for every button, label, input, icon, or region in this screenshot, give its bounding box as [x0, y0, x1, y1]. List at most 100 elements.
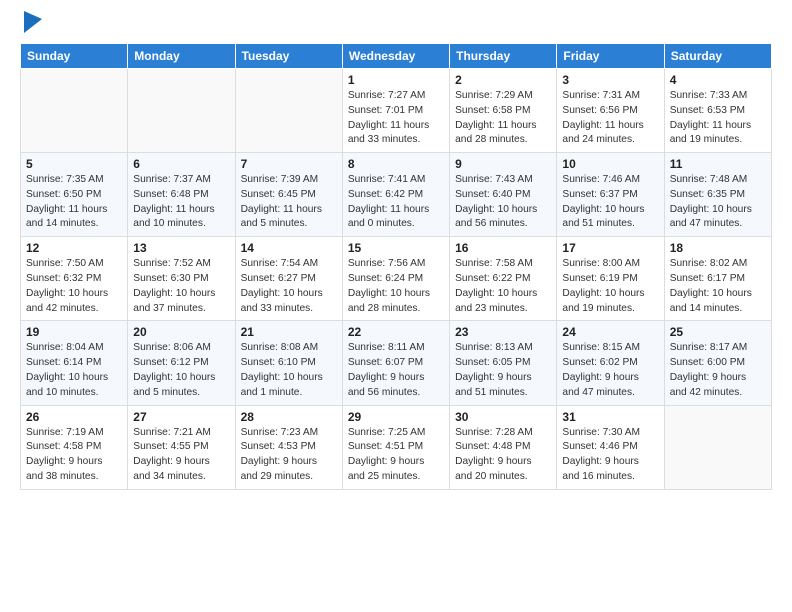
week-row-2: 5Sunrise: 7:35 AM Sunset: 6:50 PM Daylig… — [21, 153, 772, 237]
day-number: 19 — [26, 325, 122, 339]
header-row: SundayMondayTuesdayWednesdayThursdayFrid… — [21, 44, 772, 69]
day-number: 28 — [241, 410, 337, 424]
day-info: Sunrise: 7:52 AM Sunset: 6:30 PM Dayligh… — [133, 257, 229, 316]
day-info: Sunrise: 7:33 AM Sunset: 6:53 PM Dayligh… — [670, 89, 766, 148]
day-number: 20 — [133, 325, 229, 339]
week-row-4: 19 Sunrise: 8:04 AM Sunset: 6:14 PM Dayli… — [21, 321, 772, 405]
day-info: Sunrise: 7:19 AM Sunset: 4:58 PM Dayligh… — [26, 426, 122, 485]
day-info: Sunrise: 8:06 AM Sunset: 6:12 PM Dayligh… — [133, 341, 229, 400]
calendar-cell: 19 Sunrise: 8:04 AM Sunset: 6:14 PM Dayli… — [21, 321, 128, 405]
day-number: 7 — [241, 157, 337, 171]
col-header-sunday: Sunday — [21, 44, 128, 69]
day-number: 4 — [670, 73, 766, 87]
day-info: Sunrise: 7:30 AM Sunset: 4:46 PM Dayligh… — [562, 426, 658, 485]
calendar-cell: 31 Sunrise: 7:30 AM Sunset: 4:46 PM Dayli… — [557, 405, 664, 489]
day-number: 31 — [562, 410, 658, 424]
logo-icon — [24, 11, 42, 33]
calendar-cell — [21, 69, 128, 153]
day-info: Sunrise: 8:15 AM Sunset: 6:02 PM Dayligh… — [562, 341, 658, 400]
day-number: 1 — [348, 73, 444, 87]
day-number: 24 — [562, 325, 658, 339]
day-number: 2 — [455, 73, 551, 87]
day-info: Sunrise: 8:11 AM Sunset: 6:07 PM Dayligh… — [348, 341, 444, 400]
day-number: 30 — [455, 410, 551, 424]
day-info: Sunrise: 8:04 AM Sunset: 6:14 PM Dayligh… — [26, 341, 122, 400]
col-header-tuesday: Tuesday — [235, 44, 342, 69]
day-number: 9 — [455, 157, 551, 171]
calendar-cell: 23 Sunrise: 8:13 AM Sunset: 6:05 PM Dayli… — [450, 321, 557, 405]
day-number: 8 — [348, 157, 444, 171]
col-header-friday: Friday — [557, 44, 664, 69]
calendar-table: SundayMondayTuesdayWednesdayThursdayFrid… — [20, 43, 772, 490]
day-info: Sunrise: 7:28 AM Sunset: 4:48 PM Dayligh… — [455, 426, 551, 485]
calendar-cell: 27 Sunrise: 7:21 AM Sunset: 4:55 PM Dayli… — [128, 405, 235, 489]
calendar-cell: 4 Sunrise: 7:33 AM Sunset: 6:53 PM Daylig… — [664, 69, 771, 153]
day-info: Sunrise: 7:23 AM Sunset: 4:53 PM Dayligh… — [241, 426, 337, 485]
calendar-cell: 30 Sunrise: 7:28 AM Sunset: 4:48 PM Dayli… — [450, 405, 557, 489]
day-info: Sunrise: 8:13 AM Sunset: 6:05 PM Dayligh… — [455, 341, 551, 400]
calendar-cell: 11 Sunrise: 7:48 AM Sunset: 6:35 PM Dayli… — [664, 153, 771, 237]
day-number: 14 — [241, 241, 337, 255]
day-number: 12 — [26, 241, 122, 255]
calendar-cell: 14 Sunrise: 7:54 AM Sunset: 6:27 PM Dayli… — [235, 237, 342, 321]
day-info: Sunrise: 7:39 AM Sunset: 6:45 PM Dayligh… — [241, 173, 337, 232]
day-number: 26 — [26, 410, 122, 424]
day-number: 15 — [348, 241, 444, 255]
calendar-cell: 13 Sunrise: 7:52 AM Sunset: 6:30 PM Dayli… — [128, 237, 235, 321]
calendar-cell: 1 Sunrise: 7:27 AM Sunset: 7:01 PM Daylig… — [342, 69, 449, 153]
day-info: Sunrise: 7:27 AM Sunset: 7:01 PM Dayligh… — [348, 89, 444, 148]
calendar-page: SundayMondayTuesdayWednesdayThursdayFrid… — [0, 0, 792, 612]
week-row-1: 1 Sunrise: 7:27 AM Sunset: 7:01 PM Daylig… — [21, 69, 772, 153]
calendar-cell: 7 Sunrise: 7:39 AM Sunset: 6:45 PM Daylig… — [235, 153, 342, 237]
day-info: Sunrise: 7:54 AM Sunset: 6:27 PM Dayligh… — [241, 257, 337, 316]
header — [20, 15, 772, 33]
day-info: Sunrise: 7:31 AM Sunset: 6:56 PM Dayligh… — [562, 89, 658, 148]
calendar-cell: 16Sunrise: 7:58 AM Sunset: 6:22 PM Dayli… — [450, 237, 557, 321]
day-info: Sunrise: 8:00 AM Sunset: 6:19 PM Dayligh… — [562, 257, 658, 316]
calendar-cell: 9 Sunrise: 7:43 AM Sunset: 6:40 PM Daylig… — [450, 153, 557, 237]
calendar-cell: 18Sunrise: 8:02 AM Sunset: 6:17 PM Dayli… — [664, 237, 771, 321]
calendar-cell: 21Sunrise: 8:08 AM Sunset: 6:10 PM Dayli… — [235, 321, 342, 405]
day-info: Sunrise: 7:29 AM Sunset: 6:58 PM Dayligh… — [455, 89, 551, 148]
day-info: Sunrise: 8:08 AM Sunset: 6:10 PM Dayligh… — [241, 341, 337, 400]
calendar-cell: 15 Sunrise: 7:56 AM Sunset: 6:24 PM Dayli… — [342, 237, 449, 321]
calendar-cell — [235, 69, 342, 153]
col-header-wednesday: Wednesday — [342, 44, 449, 69]
day-info: Sunrise: 7:46 AM Sunset: 6:37 PM Dayligh… — [562, 173, 658, 232]
calendar-cell: 22 Sunrise: 8:11 AM Sunset: 6:07 PM Dayli… — [342, 321, 449, 405]
calendar-cell: 10 Sunrise: 7:46 AM Sunset: 6:37 PM Dayli… — [557, 153, 664, 237]
day-info: Sunrise: 8:17 AM Sunset: 6:00 PM Dayligh… — [670, 341, 766, 400]
calendar-cell: 26 Sunrise: 7:19 AM Sunset: 4:58 PM Dayli… — [21, 405, 128, 489]
calendar-cell: 2 Sunrise: 7:29 AM Sunset: 6:58 PM Daylig… — [450, 69, 557, 153]
week-row-5: 26 Sunrise: 7:19 AM Sunset: 4:58 PM Dayli… — [21, 405, 772, 489]
day-number: 11 — [670, 157, 766, 171]
day-info: Sunrise: 7:56 AM Sunset: 6:24 PM Dayligh… — [348, 257, 444, 316]
calendar-cell — [128, 69, 235, 153]
day-info: Sunrise: 7:35 AM Sunset: 6:50 PM Dayligh… — [26, 173, 122, 232]
day-number: 10 — [562, 157, 658, 171]
day-number: 27 — [133, 410, 229, 424]
day-info: Sunrise: 7:48 AM Sunset: 6:35 PM Dayligh… — [670, 173, 766, 232]
day-info: Sunrise: 7:37 AM Sunset: 6:48 PM Dayligh… — [133, 173, 229, 232]
calendar-cell: 12Sunrise: 7:50 AM Sunset: 6:32 PM Dayli… — [21, 237, 128, 321]
day-number: 29 — [348, 410, 444, 424]
calendar-cell: 24 Sunrise: 8:15 AM Sunset: 6:02 PM Dayli… — [557, 321, 664, 405]
calendar-cell: 29Sunrise: 7:25 AM Sunset: 4:51 PM Dayli… — [342, 405, 449, 489]
week-row-3: 12Sunrise: 7:50 AM Sunset: 6:32 PM Dayli… — [21, 237, 772, 321]
day-number: 23 — [455, 325, 551, 339]
day-number: 16 — [455, 241, 551, 255]
logo — [20, 15, 42, 33]
day-info: Sunrise: 7:21 AM Sunset: 4:55 PM Dayligh… — [133, 426, 229, 485]
day-number: 17 — [562, 241, 658, 255]
day-number: 22 — [348, 325, 444, 339]
col-header-thursday: Thursday — [450, 44, 557, 69]
day-number: 13 — [133, 241, 229, 255]
calendar-cell: 3 Sunrise: 7:31 AM Sunset: 6:56 PM Daylig… — [557, 69, 664, 153]
calendar-cell: 6 Sunrise: 7:37 AM Sunset: 6:48 PM Daylig… — [128, 153, 235, 237]
day-number: 3 — [562, 73, 658, 87]
day-number: 25 — [670, 325, 766, 339]
day-info: Sunrise: 7:43 AM Sunset: 6:40 PM Dayligh… — [455, 173, 551, 232]
col-header-saturday: Saturday — [664, 44, 771, 69]
day-number: 6 — [133, 157, 229, 171]
calendar-cell: 28 Sunrise: 7:23 AM Sunset: 4:53 PM Dayli… — [235, 405, 342, 489]
